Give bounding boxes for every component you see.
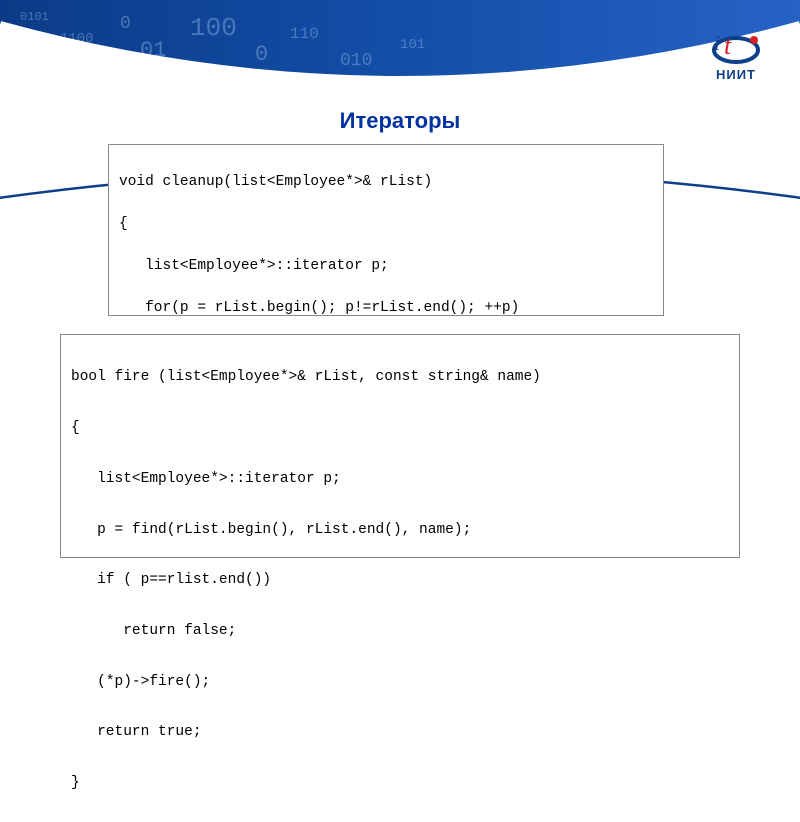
code-line: (*p)->fire(); <box>71 670 729 696</box>
code-line: list<Employee*>::iterator p; <box>119 256 653 277</box>
logo: i t НИИТ <box>710 30 762 82</box>
svg-text:i: i <box>714 30 720 55</box>
code-line: bool fire (list<Employee*>& rList, const… <box>71 365 729 391</box>
svg-text:101: 101 <box>400 37 425 53</box>
svg-text:01: 01 <box>140 38 166 63</box>
code-line: void cleanup(list<Employee*>& rList) <box>119 172 653 193</box>
code-line: for(p = rList.begin(); p!=rList.end(); +… <box>119 298 653 319</box>
code-block-cleanup: void cleanup(list<Employee*>& rList) { l… <box>108 144 664 316</box>
code-line: { <box>71 416 729 442</box>
code-line: { <box>119 214 653 235</box>
svg-text:100: 100 <box>190 13 237 43</box>
svg-text:t: t <box>724 31 732 60</box>
code-line: if ( p==rlist.end()) <box>71 568 729 594</box>
svg-text:0101: 0101 <box>20 10 49 24</box>
logo-icon: i t <box>710 30 762 66</box>
svg-text:0: 0 <box>120 14 131 34</box>
code-line: p = find(rList.begin(), rList.end(), nam… <box>71 518 729 544</box>
code-line: } <box>71 771 729 797</box>
logo-caption: НИИТ <box>710 67 762 82</box>
code-line: list<Employee*>::iterator p; <box>71 467 729 493</box>
svg-text:110: 110 <box>290 25 319 43</box>
code-line: return true; <box>71 720 729 746</box>
svg-text:0: 0 <box>255 42 268 67</box>
code-line: return false; <box>71 619 729 645</box>
svg-text:010: 010 <box>340 51 372 71</box>
svg-text:1100: 1100 <box>60 31 94 47</box>
code-block-fire: bool fire (list<Employee*>& rList, const… <box>60 334 740 558</box>
slide-title: Итераторы <box>0 108 800 134</box>
